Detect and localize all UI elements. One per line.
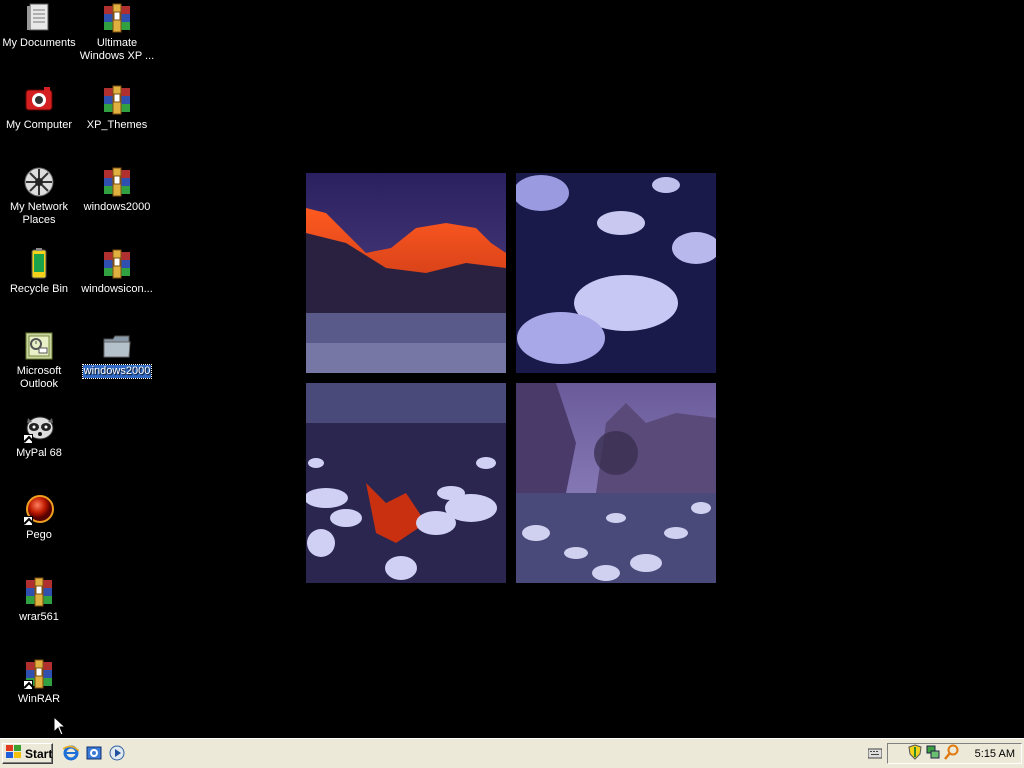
system-tray: 5:15 AM — [867, 743, 1022, 764]
desktop-icon-microsoft-outlook[interactable]: Microsoft Outlook — [0, 330, 78, 391]
desktop-icon-mypal-68[interactable]: MyPal 68 — [0, 412, 78, 460]
desktop-icon-label: Microsoft Outlook — [16, 365, 62, 390]
desktop-icon-label: Recycle Bin — [9, 283, 69, 295]
desktop-icon-label: XP_Themes — [86, 119, 148, 131]
security-shield-icon[interactable] — [908, 744, 922, 763]
desktop-icon-recycle-bin[interactable]: Recycle Bin — [0, 248, 78, 296]
winrar-archive-icon — [101, 166, 133, 198]
wallpaper-tile-snow-rocks — [516, 173, 716, 373]
desktop-icon-label: windowsicon... — [81, 283, 153, 295]
desktop-icon-pego[interactable]: Pego — [0, 494, 78, 542]
shortcut-arrow-icon — [23, 516, 33, 526]
desktop-icon-ultimate-windows-xp[interactable]: Ultimate Windows XP ... — [78, 2, 156, 63]
desktop-icon-windowsicon[interactable]: windowsicon... — [78, 248, 156, 296]
media-player-icon[interactable] — [108, 744, 126, 762]
folder-icon — [101, 330, 133, 362]
wallpaper-image — [306, 173, 716, 583]
desktop-icon-label: My Computer — [5, 119, 73, 131]
recycle-bin-icon — [23, 248, 55, 280]
winrar-archive-icon — [101, 248, 133, 280]
shortcut-arrow-icon — [23, 680, 33, 690]
clock[interactable]: 5:15 AM — [975, 748, 1015, 760]
desktop-icon-label: My Network Places — [9, 201, 69, 226]
desktop-icon-my-documents[interactable]: My Documents — [0, 2, 78, 50]
shortcut-arrow-icon — [23, 434, 33, 444]
taskbar: Start 5:15 AM — [0, 738, 1024, 768]
desktop-icon-windows2000-folder[interactable]: windows2000 — [78, 330, 156, 379]
pego-icon — [23, 494, 55, 526]
outlook-icon — [23, 330, 55, 362]
wallpaper-tile-winter-valley — [516, 383, 716, 583]
quick-launch-bar — [62, 744, 126, 762]
winrar-archive-icon — [101, 84, 133, 116]
wallpaper-tile-river-reflection — [306, 383, 506, 583]
network-places-icon — [23, 166, 55, 198]
desktop-icon-label: MyPal 68 — [16, 447, 62, 459]
my-documents-icon — [23, 2, 55, 34]
desktop-icon-label: wrar561 — [19, 611, 59, 623]
desktop-icon-xp-themes[interactable]: XP_Themes — [78, 84, 156, 132]
desktop[interactable]: My Documents My Computer My Network Plac… — [0, 0, 1024, 738]
start-button[interactable]: Start — [2, 743, 53, 764]
desktop-icon-label: My Documents — [2, 37, 76, 49]
windows-logo-icon — [6, 745, 22, 762]
outlook-express-icon[interactable] — [85, 744, 103, 762]
mouse-cursor-icon — [53, 715, 67, 739]
desktop-icon-windows2000-archive[interactable]: windows2000 — [78, 166, 156, 214]
internet-explorer-icon[interactable] — [62, 744, 80, 762]
winrar-archive-icon — [101, 2, 133, 34]
mypal-icon — [23, 412, 55, 444]
desktop-icon-label: Pego — [26, 529, 52, 541]
winrar-archive-icon — [23, 576, 55, 608]
desktop-icon-label: Ultimate Windows XP ... — [79, 37, 155, 62]
start-label: Start — [25, 746, 53, 761]
search-icon[interactable] — [943, 744, 960, 763]
my-computer-icon — [23, 84, 55, 116]
desktop-icon-label: windows2000 — [83, 201, 151, 213]
desktop-icon-my-computer[interactable]: My Computer — [0, 84, 78, 132]
desktop-icon-wrar561[interactable]: wrar561 — [0, 576, 78, 624]
desktop-icon-label: WinRAR — [17, 693, 61, 705]
wallpaper-tile-mountain-sunset — [306, 173, 506, 373]
desktop-icon-winrar[interactable]: WinRAR — [0, 658, 78, 706]
winrar-archive-icon — [23, 658, 55, 690]
desktop-icon-my-network-places[interactable]: My Network Places — [0, 166, 78, 227]
network-icon[interactable] — [925, 744, 941, 763]
desktop-icon-label: windows2000 — [81, 364, 153, 379]
keyboard-icon[interactable] — [867, 747, 883, 762]
